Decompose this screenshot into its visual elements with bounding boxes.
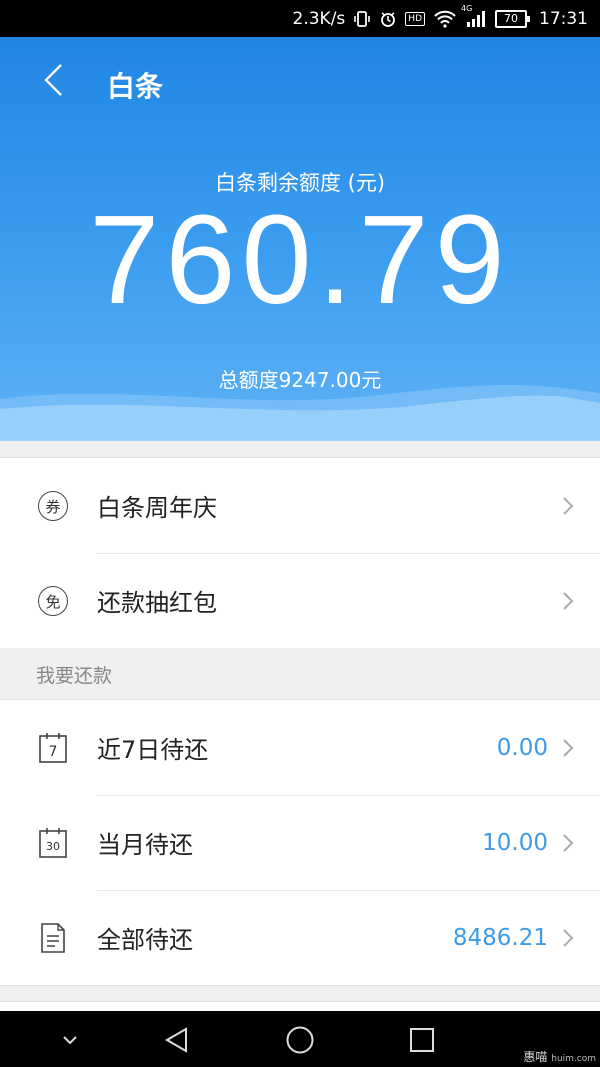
watermark-brand: 惠喵: [523, 1050, 548, 1064]
repay-label: 全部待还: [97, 926, 193, 954]
nav-collapse-button[interactable]: [53, 1023, 87, 1057]
promo-label: 还款抽红包: [97, 589, 217, 617]
repay-amount: 0.00: [496, 734, 548, 761]
watermark-domain: huim.com: [551, 1054, 596, 1064]
repay-this-month[interactable]: 30 当月待还 10.00: [0, 795, 600, 890]
clock: 17:31: [539, 8, 588, 29]
svg-text:7: 7: [49, 744, 58, 760]
free-icon: 免: [36, 584, 70, 618]
page-title: 白条: [107, 70, 164, 103]
document-icon: [36, 921, 70, 955]
circle-home-icon: [286, 1026, 314, 1054]
credit-header: 白条 白条剩余额度 (元) 760.79 总额度9247.00元: [0, 37, 600, 441]
wifi-icon: [433, 10, 457, 28]
square-recents-icon: [410, 1028, 434, 1052]
hd-badge: HD: [405, 11, 425, 26]
chevron-right-icon: [563, 592, 574, 610]
chevron-left-icon: [44, 64, 62, 96]
repay-all[interactable]: 全部待还 8486.21: [0, 890, 600, 985]
battery-icon: 70: [495, 9, 530, 28]
repay-label: 当月待还: [97, 831, 193, 859]
chevron-down-icon: [63, 1036, 77, 1045]
repay-7-days[interactable]: 7 近7日待还 0.00: [0, 700, 600, 795]
promo-list: 券 白条周年庆 免 还款抽红包: [0, 457, 600, 649]
chevron-right-icon: [563, 929, 574, 947]
network-type: 4G: [461, 3, 473, 13]
chevron-right-icon: [563, 834, 574, 852]
chevron-right-icon: [563, 739, 574, 757]
promo-repay-lottery[interactable]: 免 还款抽红包: [0, 553, 600, 648]
back-button[interactable]: [38, 63, 68, 97]
remaining-balance: 760.79: [89, 189, 511, 330]
network-speed: 2.3K/s: [292, 8, 346, 29]
status-bar: 2.3K/s HD 4G 70 17:31: [0, 0, 600, 37]
vibrate-icon: [353, 10, 371, 28]
repay-amount: 8486.21: [452, 924, 548, 951]
nav-home-button[interactable]: [283, 1023, 317, 1057]
wave-decoration: [0, 384, 600, 441]
svg-text:30: 30: [46, 840, 60, 853]
watermark: 惠喵 huim.com: [523, 1048, 596, 1065]
calendar-30-icon: 30: [36, 826, 70, 860]
repay-list: 7 近7日待还 0.00 30 当月待还 10.00 全部待还 8486.21: [0, 699, 600, 986]
promo-label: 白条周年庆: [97, 494, 217, 522]
nav-back-button[interactable]: [160, 1023, 194, 1057]
coupon-icon: 券: [36, 489, 70, 523]
promo-anniversary[interactable]: 券 白条周年庆: [0, 458, 600, 553]
repay-label: 近7日待还: [97, 736, 209, 764]
nav-recents-button[interactable]: [405, 1023, 439, 1057]
repay-amount: 10.00: [482, 829, 548, 856]
calendar-7-icon: 7: [36, 731, 70, 765]
signal-icon: 4G: [461, 4, 487, 28]
chevron-right-icon: [563, 497, 574, 515]
repay-section-title: 我要还款: [0, 648, 600, 700]
alarm-icon: [379, 10, 397, 28]
system-nav-bar: 惠喵 huim.com: [0, 1011, 600, 1067]
triangle-back-icon: [165, 1027, 187, 1053]
